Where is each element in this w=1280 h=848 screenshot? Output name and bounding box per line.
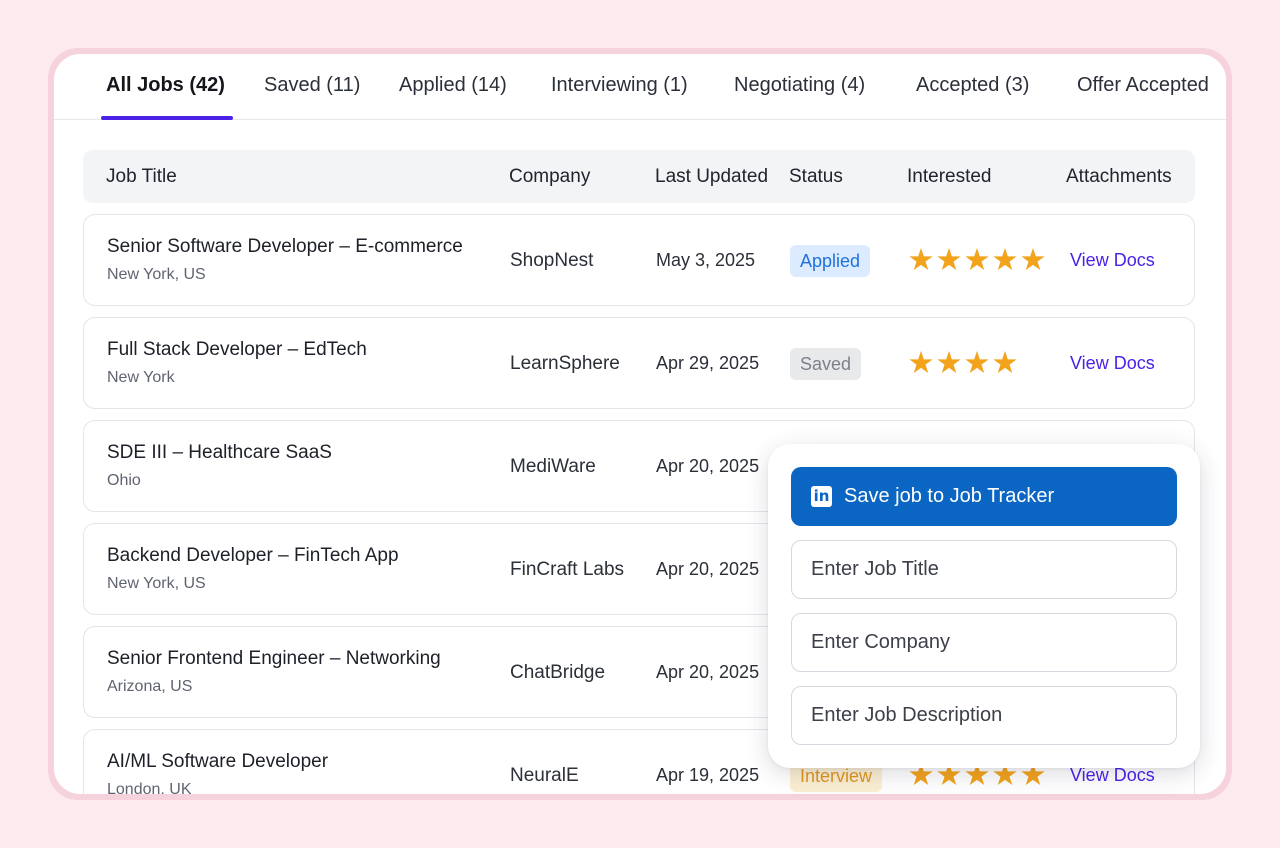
table-row[interactable]: Senior Software Developer – E-commerce N… bbox=[83, 214, 1195, 306]
tab-applied[interactable]: Applied (14) bbox=[399, 74, 507, 97]
table-header: Job Title Company Last Updated Status In… bbox=[83, 150, 1195, 203]
status-badge[interactable]: Applied bbox=[790, 245, 871, 277]
job-title-input[interactable] bbox=[791, 540, 1177, 599]
view-docs-link[interactable]: View Docs bbox=[1070, 250, 1155, 271]
job-title[interactable]: Backend Developer – FinTech App bbox=[107, 545, 399, 567]
job-title[interactable]: AI/ML Software Developer bbox=[107, 751, 328, 773]
job-title[interactable]: Senior Software Developer – E-commerce bbox=[107, 236, 463, 258]
last-updated: Apr 29, 2025 bbox=[656, 353, 760, 373]
save-job-popup: in Save job to Job Tracker bbox=[768, 444, 1200, 768]
company-name: ChatBridge bbox=[510, 662, 606, 683]
star-icon[interactable] bbox=[1021, 248, 1045, 271]
column-header-company[interactable]: Company bbox=[509, 166, 590, 188]
star-icon[interactable] bbox=[937, 248, 961, 271]
tab-interviewing[interactable]: Interviewing (1) bbox=[551, 74, 688, 97]
company-name: ShopNest bbox=[510, 250, 594, 271]
tab-all-jobs[interactable]: All Jobs (42) bbox=[106, 74, 225, 97]
column-header-interested[interactable]: Interested bbox=[907, 166, 992, 188]
column-header-last-updated[interactable]: Last Updated bbox=[655, 166, 768, 188]
star-icon[interactable] bbox=[993, 248, 1017, 271]
tab-saved[interactable]: Saved (11) bbox=[264, 74, 360, 97]
star-icon[interactable] bbox=[937, 351, 961, 374]
job-location: New York, US bbox=[107, 575, 206, 592]
job-title[interactable]: Senior Frontend Engineer – Networking bbox=[107, 648, 441, 670]
job-location: New York bbox=[107, 369, 175, 386]
active-tab-indicator bbox=[101, 116, 233, 120]
table-row[interactable]: Full Stack Developer – EdTech New York L… bbox=[83, 317, 1195, 409]
save-job-button[interactable]: in Save job to Job Tracker bbox=[791, 467, 1177, 526]
column-header-attachments[interactable]: Attachments bbox=[1066, 166, 1172, 188]
last-updated: May 3, 2025 bbox=[656, 250, 756, 270]
star-icon[interactable] bbox=[909, 248, 933, 271]
star-icon[interactable] bbox=[993, 351, 1017, 374]
view-docs-link[interactable]: View Docs bbox=[1070, 353, 1155, 374]
job-title[interactable]: Full Stack Developer – EdTech bbox=[107, 339, 367, 361]
view-docs-link[interactable]: View Docs bbox=[1070, 765, 1155, 786]
last-updated: Apr 20, 2025 bbox=[656, 662, 760, 682]
last-updated: Apr 20, 2025 bbox=[656, 456, 760, 476]
company-name: FinCraft Labs bbox=[510, 559, 625, 580]
company-name: NeuralE bbox=[510, 765, 579, 786]
job-description-input[interactable] bbox=[791, 686, 1177, 745]
job-title[interactable]: SDE III – Healthcare SaaS bbox=[107, 442, 332, 464]
last-updated: Apr 20, 2025 bbox=[656, 559, 760, 579]
company-input[interactable] bbox=[791, 613, 1177, 672]
job-location: London, UK bbox=[107, 781, 192, 794]
job-location: Ohio bbox=[107, 472, 141, 489]
last-updated: Apr 19, 2025 bbox=[656, 765, 760, 785]
column-header-status[interactable]: Status bbox=[789, 166, 843, 188]
interest-rating[interactable] bbox=[909, 248, 1049, 272]
star-icon[interactable] bbox=[909, 351, 933, 374]
company-name: LearnSphere bbox=[510, 353, 620, 374]
status-tabs: All Jobs (42) Saved (11) Applied (14) In… bbox=[54, 54, 1226, 120]
job-location: Arizona, US bbox=[107, 678, 193, 695]
interest-rating[interactable] bbox=[909, 351, 1021, 375]
star-icon[interactable] bbox=[965, 248, 989, 271]
star-icon[interactable] bbox=[965, 351, 989, 374]
save-job-label: Save job to Job Tracker bbox=[844, 485, 1055, 507]
tab-negotiating[interactable]: Negotiating (4) bbox=[734, 74, 865, 97]
status-badge[interactable]: Saved bbox=[790, 348, 862, 380]
company-name: MediWare bbox=[510, 456, 596, 477]
linkedin-icon: in bbox=[811, 486, 832, 507]
column-header-job-title[interactable]: Job Title bbox=[106, 166, 177, 188]
tab-offer-accepted[interactable]: Offer Accepted bbox=[1077, 74, 1209, 97]
tab-accepted[interactable]: Accepted (3) bbox=[916, 74, 1029, 97]
job-location: New York, US bbox=[107, 266, 206, 283]
